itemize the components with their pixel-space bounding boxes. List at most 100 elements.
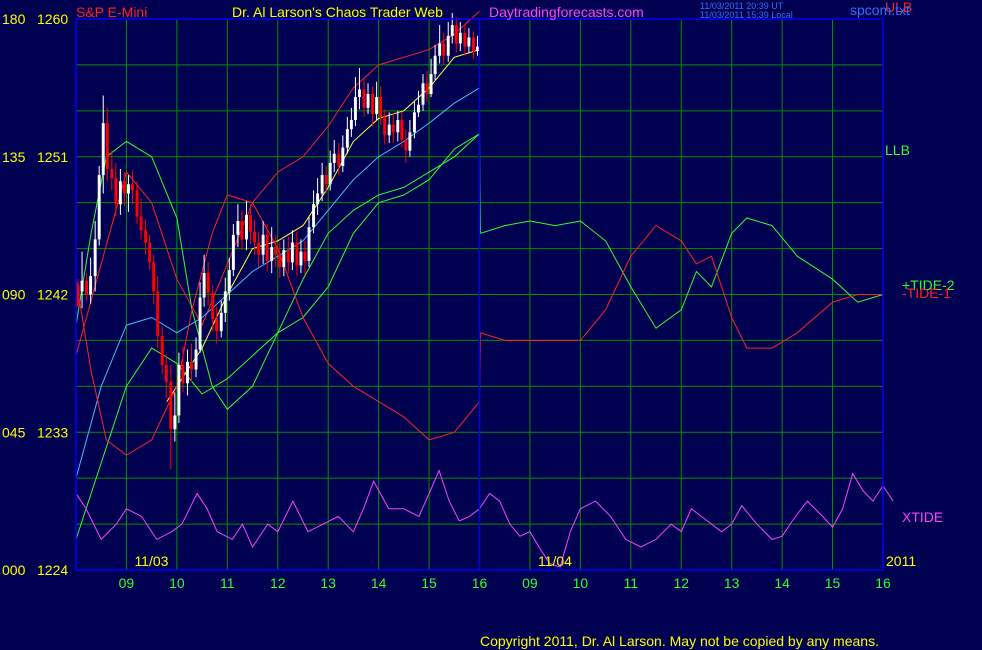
price-bar-body — [211, 292, 215, 319]
price-bar-body — [164, 364, 168, 382]
price-bar-body — [353, 97, 357, 121]
price-bar-body — [425, 83, 429, 94]
x-hour-label: 09 — [119, 575, 135, 591]
price-bar-body — [253, 231, 257, 243]
price-bar-body — [219, 312, 223, 332]
x-hour-label: 14 — [774, 575, 790, 591]
price-bar-body — [429, 74, 433, 94]
price-bar-body — [371, 93, 375, 114]
x-hour-label: 12 — [673, 575, 689, 591]
price-bar-body — [236, 221, 240, 235]
price-bar-body — [169, 381, 173, 430]
y-scale-label: 090 — [2, 287, 26, 303]
price-bar-body — [152, 262, 156, 292]
price-bar-body — [332, 153, 336, 163]
line-label--tide-1: -TIDE-1 — [902, 285, 951, 301]
price-bar-body — [177, 364, 181, 416]
price-bar-body — [383, 116, 387, 136]
price-bar-body — [240, 221, 244, 240]
price-bar-body — [198, 297, 202, 350]
price-bar-body — [93, 239, 97, 277]
chaos-trader-chart: 180 1260135 1251090 1242045 1233000 122409 10 1… — [0, 0, 982, 650]
price-bar-body — [186, 361, 189, 384]
price-bar-body — [357, 89, 361, 98]
price-bar-body — [442, 43, 446, 56]
y-price-label: 1242 — [37, 287, 68, 303]
price-bar-body — [114, 178, 118, 205]
price-bar-body — [101, 123, 105, 176]
price-bar-body — [126, 184, 130, 194]
x-hour-label: 11 — [624, 575, 639, 591]
x-hour-label: 16 — [875, 575, 891, 591]
price-bar-body — [366, 93, 370, 108]
x-hour-label: 10 — [573, 575, 589, 591]
price-bar-body — [312, 204, 316, 228]
price-bar-body — [131, 184, 134, 191]
price-bar-body — [421, 83, 425, 105]
price-bar-body — [97, 175, 101, 240]
price-bar-body — [257, 242, 261, 255]
price-bar-body — [290, 242, 294, 263]
price-bar-body — [412, 112, 416, 133]
y-scale-label: 180 — [2, 11, 26, 27]
price-bar-body — [181, 364, 185, 384]
x-hour-label: 10 — [169, 575, 185, 591]
price-bar-body — [463, 32, 467, 47]
price-bar-body — [278, 254, 282, 267]
price-bar-body — [471, 37, 475, 52]
price-bar-body — [328, 162, 332, 185]
x-hour-label: 13 — [724, 575, 740, 591]
y-scale-label: 045 — [2, 424, 26, 440]
price-bar-body — [454, 25, 458, 44]
price-bar-body — [202, 273, 206, 298]
price-bar-body — [85, 280, 89, 295]
price-bar-body — [379, 97, 383, 117]
price-bar-body — [139, 216, 143, 231]
x-hour-label: 16 — [472, 575, 488, 591]
x-hour-label: 15 — [421, 575, 437, 591]
x-day-label: 11/03 — [134, 553, 168, 569]
y-scale-label: 135 — [2, 149, 26, 165]
price-bar-body — [105, 123, 109, 169]
x-hour-label: 12 — [270, 575, 286, 591]
price-bar-body — [341, 147, 345, 166]
price-bar-body — [404, 139, 408, 151]
price-bar-body — [249, 214, 252, 232]
price-bar-body — [215, 318, 219, 332]
price-bar-body — [303, 251, 307, 261]
price-bar-body — [190, 361, 193, 370]
price-bar-body — [274, 247, 278, 255]
price-bar-body — [173, 415, 177, 430]
y-price-label: 1260 — [37, 11, 68, 27]
x-hour-label: 14 — [371, 575, 387, 591]
price-bar-body — [362, 89, 366, 108]
price-bar-body — [206, 273, 210, 293]
price-bar-body — [345, 129, 349, 148]
copyright-notice: Copyright 2011, Dr. Al Larson. May not b… — [480, 633, 879, 649]
price-bar-body — [223, 291, 227, 313]
x-hour-label: 15 — [825, 575, 841, 591]
price-bar-body — [299, 251, 303, 266]
price-bar-body — [337, 153, 341, 166]
y-price-label: 1233 — [37, 424, 68, 440]
x-year-label: 2011 — [886, 553, 916, 569]
price-bar-body — [307, 227, 311, 261]
price-bar-body — [408, 132, 412, 151]
price-bar-body — [160, 335, 164, 365]
y-scale-label: 000 — [2, 562, 26, 578]
y-price-label: 1224 — [37, 562, 68, 578]
price-bar-body — [391, 124, 395, 133]
price-bar-body — [76, 285, 80, 307]
website-link[interactable]: Daytradingforecasts.com — [489, 4, 644, 20]
price-bar-body — [375, 97, 379, 114]
price-bar-body — [467, 37, 471, 47]
price-bar-body — [227, 270, 231, 292]
price-bar-body — [144, 230, 148, 243]
price-bar-body — [387, 124, 391, 136]
price-bar-body — [450, 25, 454, 36]
price-bar-body — [156, 291, 160, 336]
price-bar-body — [261, 234, 265, 255]
price-bar-body — [324, 175, 328, 185]
y-price-label: 1251 — [37, 149, 68, 165]
price-bar-body — [282, 250, 286, 267]
